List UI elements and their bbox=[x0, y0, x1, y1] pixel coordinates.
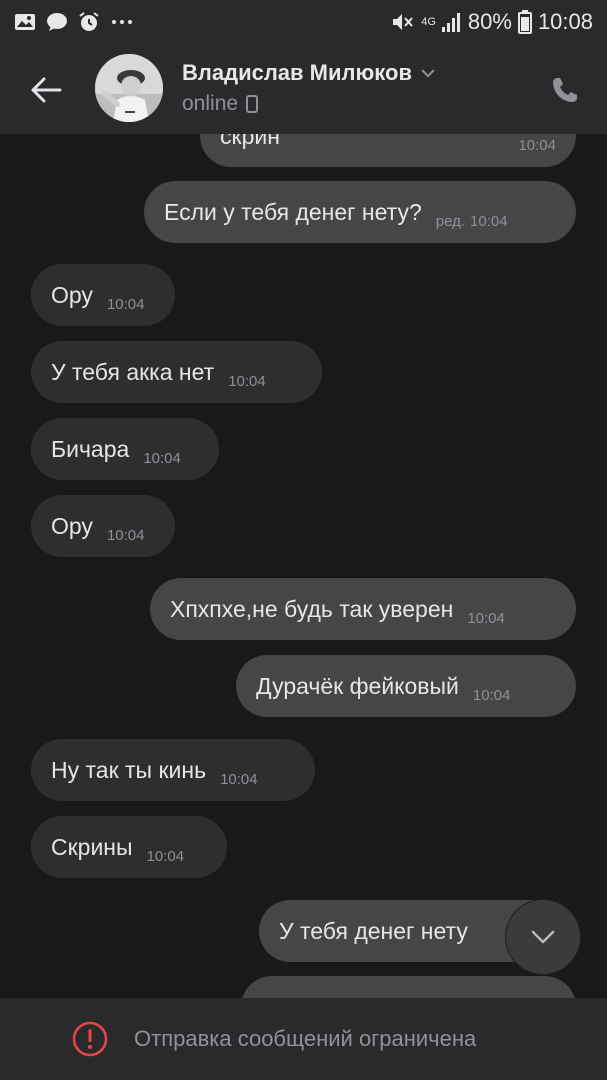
message-text: Дурачёк фейковый bbox=[256, 672, 459, 699]
mute-icon bbox=[391, 11, 415, 33]
clock: 10:08 bbox=[537, 9, 593, 34]
message-bubble-incoming[interactable]: Скрины 10:04 bbox=[31, 816, 227, 878]
contact-status: online bbox=[182, 92, 239, 115]
message-bubble-incoming[interactable]: Ору 10:04 bbox=[31, 264, 175, 326]
back-button[interactable] bbox=[26, 70, 66, 110]
status-left-icons bbox=[14, 11, 134, 33]
restriction-text: Отправка сообщений ограничена bbox=[134, 1026, 477, 1051]
scroll-down-button[interactable] bbox=[506, 900, 580, 974]
battery-icon bbox=[517, 10, 532, 34]
message-bubble-outgoing[interactable]: Дурачёк фейковый 10:04 bbox=[236, 655, 576, 717]
message-text: Ору bbox=[51, 281, 93, 308]
message-bubble-incoming[interactable]: Бичара 10:04 bbox=[31, 418, 219, 480]
message-text: Хпхпхе,не будь так уверен bbox=[170, 595, 454, 622]
contact-name-row[interactable]: Владислав Милюков bbox=[182, 60, 436, 86]
battery-percent: 80% bbox=[467, 9, 512, 34]
more-dots-icon bbox=[110, 18, 134, 26]
message-text: Если у тебя денег нету? bbox=[164, 198, 422, 225]
message-time: 10:04 bbox=[106, 527, 145, 544]
alert-circle-icon bbox=[72, 1021, 108, 1057]
network-type: 4G bbox=[421, 15, 436, 28]
signal-icon bbox=[440, 11, 462, 33]
message-time: 10:04 bbox=[518, 137, 556, 154]
chat-icon bbox=[46, 12, 68, 32]
message-time: 10:04 bbox=[143, 450, 181, 467]
message-bubble-outgoing[interactable]: Если у тебя денег нету? ред. 10:04 bbox=[144, 181, 576, 243]
message-time: 10:04 bbox=[472, 687, 511, 704]
contact-name: Владислав Милюков bbox=[182, 60, 412, 85]
avatar-photo bbox=[95, 54, 163, 122]
gallery-icon bbox=[14, 12, 36, 32]
contact-status-row: online bbox=[182, 92, 259, 116]
message-time: 10:04 bbox=[467, 610, 505, 627]
message-text: У тебя денег нету bbox=[279, 917, 468, 944]
status-right-icons: 4G 80% 10:08 bbox=[391, 9, 593, 35]
message-text: Ору bbox=[51, 512, 93, 539]
chevron-down-icon bbox=[421, 69, 435, 78]
message-time: 10:04 bbox=[146, 848, 185, 865]
call-button[interactable] bbox=[545, 70, 585, 110]
message-bubble-incoming[interactable]: Ну так ты кинь 10:04 bbox=[31, 739, 315, 801]
chat-header: Владислав Милюков online bbox=[0, 44, 607, 134]
mobile-icon bbox=[246, 95, 259, 113]
avatar[interactable] bbox=[95, 54, 163, 122]
message-time: 10:04 bbox=[106, 296, 145, 313]
back-arrow-icon bbox=[31, 77, 62, 103]
message-time: 10:04 bbox=[220, 771, 258, 788]
chevron-down-icon bbox=[531, 930, 555, 944]
message-bubble-incoming[interactable]: У тебя акка нет 10:04 bbox=[31, 341, 322, 403]
message-bubble-outgoing[interactable] bbox=[241, 976, 576, 998]
message-text: У тебя акка нет bbox=[51, 358, 215, 385]
message-list[interactable]: скрин 10:04 Если у тебя денег нету? ред.… bbox=[0, 134, 607, 998]
message-text: скрин bbox=[220, 134, 280, 149]
restriction-bar: Отправка сообщений ограничена bbox=[0, 998, 607, 1080]
message-time: 10:04 bbox=[470, 213, 508, 230]
status-bar: 4G 80% 10:08 bbox=[0, 0, 607, 44]
message-text: Скрины bbox=[51, 833, 133, 860]
alarm-icon bbox=[78, 11, 100, 33]
message-bubble-outgoing[interactable]: скрин 10:04 bbox=[200, 134, 576, 167]
message-text: Ну так ты кинь bbox=[51, 756, 207, 783]
message-bubble-outgoing[interactable]: Хпхпхе,не будь так уверен 10:04 bbox=[150, 578, 576, 640]
message-time: 10:04 bbox=[228, 373, 266, 390]
phone-icon bbox=[553, 78, 577, 102]
message-edited-label: ред. bbox=[435, 213, 466, 230]
message-text: Бичара bbox=[51, 435, 130, 462]
message-bubble-incoming[interactable]: Ору 10:04 bbox=[31, 495, 175, 557]
